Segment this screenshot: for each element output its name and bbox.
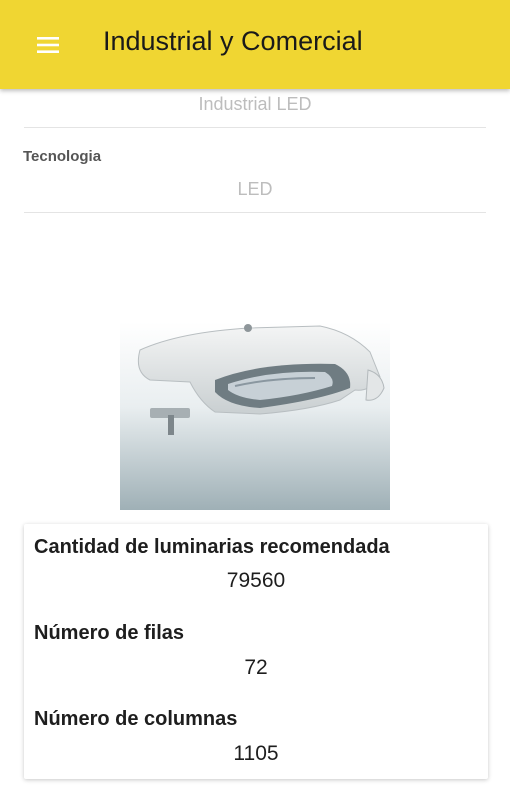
menu-button[interactable] xyxy=(30,29,66,61)
luminaires-label: Cantidad de luminarias recomendada xyxy=(34,536,390,558)
technology-divider xyxy=(24,212,486,213)
hamburger-menu-icon xyxy=(37,37,59,53)
app-bar: Industrial y Comercial xyxy=(0,0,510,89)
page-title: Industrial y Comercial xyxy=(103,26,363,56)
results-card: Cantidad de luminarias recomendada 79560… xyxy=(24,524,488,779)
technology-select[interactable]: LED xyxy=(24,179,486,200)
category-divider xyxy=(24,127,486,128)
rows-value: 72 xyxy=(244,656,268,679)
luminaires-value: 79560 xyxy=(226,569,286,592)
street-luminaire-image xyxy=(120,322,390,510)
technology-label: Tecnologia xyxy=(23,148,102,165)
category-select[interactable]: Industrial LED xyxy=(24,94,486,115)
columns-value: 1105 xyxy=(233,742,279,765)
columns-label: Número de columnas xyxy=(34,708,238,730)
rows-label: Número de filas xyxy=(34,622,185,644)
